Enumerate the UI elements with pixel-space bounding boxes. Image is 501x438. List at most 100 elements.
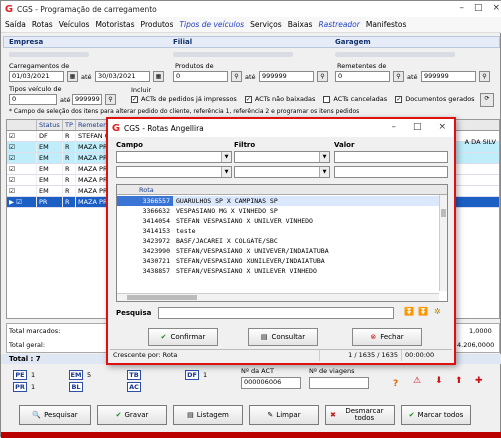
row-select-icon[interactable]: ☑	[7, 153, 37, 163]
include-check-2[interactable]: ACTs canceladas	[323, 95, 387, 103]
row-select-icon[interactable]: ▶ ☑	[7, 197, 37, 207]
produtos-from-input[interactable]: 0	[173, 71, 228, 82]
binoculars-icon[interactable]: ⚲	[317, 71, 328, 82]
row-select-icon[interactable]: ☑	[7, 131, 37, 141]
cgs-logo-icon: G	[111, 122, 121, 134]
menu-item-9[interactable]: Manifestos	[366, 20, 407, 29]
menu-item-5[interactable]: Tipos de veículos	[179, 20, 244, 29]
maximize-icon[interactable]: □	[474, 3, 483, 13]
menu-item-0[interactable]: Saída	[5, 20, 26, 29]
arrow-down-icon[interactable]: ⬇	[435, 376, 443, 386]
list-item[interactable]: 3414153 teste	[117, 226, 439, 236]
valor-input-1[interactable]	[334, 151, 448, 163]
sort-down-alt-icon[interactable]: ⏬	[418, 307, 428, 316]
status-code-df[interactable]: DF	[185, 370, 199, 380]
tipo-to-input[interactable]: 999999	[72, 94, 102, 105]
binoculars-icon[interactable]: ⚲	[105, 94, 116, 105]
campo-select-1[interactable]: ▼	[116, 151, 232, 163]
consultar-button[interactable]: ▤ Consultar	[248, 328, 318, 346]
desmarcar-button[interactable]: ✖ Desmarcar todos	[325, 405, 395, 425]
menu-item-6[interactable]: Serviços	[250, 20, 282, 29]
pin-icon[interactable]: ✚	[475, 376, 483, 386]
list-item[interactable]: 3438857 STEFAN/VESPASIANO X UNILEVER VINH…	[117, 266, 439, 276]
include-check-0[interactable]: ✓ ACTs de pedidos já impressos	[131, 95, 237, 103]
include-check-3[interactable]: ✓ Documentos gerados	[395, 95, 475, 103]
help-icon[interactable]: ?	[393, 379, 398, 389]
calendar-from-icon[interactable]: ▦	[67, 71, 78, 82]
close-icon[interactable]: ×	[438, 122, 446, 132]
row-select-icon[interactable]: ☑	[7, 142, 37, 152]
include-check-1[interactable]: ✓ ACTs não baixadas	[244, 95, 315, 103]
alert-icon[interactable]: ⚠	[413, 376, 421, 386]
list-item[interactable]: 3366632 VESPASIANO MG X VINHEDO SP	[117, 206, 439, 216]
fechar-button[interactable]: ⊗ Fechar	[352, 328, 422, 346]
menu-item-3[interactable]: Motoristas	[95, 20, 134, 29]
col-rota[interactable]: Rota	[139, 186, 154, 194]
valor-input-2[interactable]	[334, 166, 448, 178]
menu-item-1[interactable]: Rotas	[32, 20, 53, 29]
empresa-value	[9, 52, 89, 57]
filtro-select-1[interactable]: ▼	[234, 151, 330, 163]
settings-icon[interactable]: ✲	[434, 307, 441, 316]
status-code-ac[interactable]: AC	[127, 382, 141, 392]
limpar-button[interactable]: ✎ Limpar	[249, 405, 319, 425]
date-to-input[interactable]: 30/03/2021	[95, 71, 150, 82]
list-item[interactable]: 3430721 STEFAN/VESPASIANO XUNILEVER/INDAI…	[117, 256, 439, 266]
menu-item-4[interactable]: Produtos	[141, 20, 174, 29]
viagens-input[interactable]	[309, 377, 369, 389]
status-code-bl[interactable]: BL	[69, 382, 83, 392]
close-icon[interactable]: ×	[492, 3, 500, 13]
sort-down-icon[interactable]: ⏬	[404, 307, 414, 316]
remetentes-from-input[interactable]: 0	[335, 71, 390, 82]
list-vscrollbar[interactable]	[439, 195, 447, 291]
status-code-pe[interactable]: PE	[13, 370, 27, 380]
status-code-pr[interactable]: PR	[13, 382, 27, 392]
status-code-em[interactable]: EM	[69, 370, 83, 380]
status-code-tb[interactable]: TB	[127, 370, 141, 380]
maximize-icon[interactable]: □	[413, 122, 422, 132]
binoculars-icon[interactable]: ⚲	[479, 71, 490, 82]
produtos-to-input[interactable]: 999999	[259, 71, 314, 82]
scroll-thumb[interactable]	[127, 295, 197, 300]
status-count-pr: 1	[31, 383, 36, 391]
act-number-input[interactable]: 000006006	[241, 377, 301, 389]
marcar-button[interactable]: ✔ Marcar todos	[401, 405, 471, 425]
filtro-select-2[interactable]: ▼	[234, 166, 330, 178]
gravar-button[interactable]: ✔ Gravar	[97, 405, 167, 425]
list-item[interactable]: 3423990 STEFAN/VESPASIANO X UNIVEVER/INDA…	[117, 246, 439, 256]
listagem-button[interactable]: ▤ Listagem	[173, 405, 243, 425]
pesquisar-button[interactable]: 🔍 Pesquisar	[19, 405, 91, 425]
binoculars-icon[interactable]: ⚲	[393, 71, 404, 82]
grid-header-status[interactable]: Status	[37, 120, 63, 130]
checkbox[interactable]: ✓	[244, 95, 252, 103]
list-item[interactable]: 3423972 BASF/JACAREI X COLGATE/SBC	[117, 236, 439, 246]
binoculars-icon[interactable]: ⚲	[231, 71, 242, 82]
list-item[interactable]: 3366557 GUARULHOS SP X CAMPINAS SP	[117, 196, 439, 206]
remetentes-to-input[interactable]: 999999	[421, 71, 476, 82]
list-item[interactable]: 3414054 STEFAN VESPASIANO X UNILVER VINHE…	[117, 216, 439, 226]
row-select-icon[interactable]: ☑	[7, 186, 37, 196]
row-select-icon[interactable]: ☑	[7, 164, 37, 174]
scroll-thumb[interactable]	[441, 209, 446, 217]
refresh-icon[interactable]: ⟳	[480, 93, 494, 107]
menu-item-7[interactable]: Baixas	[288, 20, 313, 29]
checkbox[interactable]: ✓	[395, 95, 403, 103]
grid-header-tp[interactable]: TP	[63, 120, 76, 130]
date-from-input[interactable]: 01/03/2021	[9, 71, 64, 82]
pesquisa-input[interactable]	[158, 307, 394, 319]
menu-item-8[interactable]: Rastreador	[318, 20, 359, 29]
minimize-icon[interactable]: –	[391, 122, 396, 132]
arrow-up-icon[interactable]: ⬆	[455, 376, 463, 386]
rotas-list[interactable]: Rota 3366557 GUARULHOS SP X CAMPINAS SP 33…	[116, 184, 448, 302]
checkbox[interactable]: ✓	[131, 95, 138, 103]
calendar-to-icon[interactable]: ▦	[153, 71, 164, 82]
menu-item-2[interactable]: Veículos	[59, 20, 90, 29]
campo-select-2[interactable]: ▼	[116, 166, 232, 178]
row-select-icon[interactable]: ☑	[7, 175, 37, 185]
minimize-icon[interactable]: –	[459, 3, 464, 13]
confirmar-button[interactable]: ✔ Confirmar	[148, 328, 218, 346]
checkbox[interactable]	[323, 95, 331, 103]
header-strip	[3, 36, 500, 48]
list-hscrollbar[interactable]	[117, 293, 439, 301]
tipo-from-input[interactable]: 0	[9, 94, 57, 105]
